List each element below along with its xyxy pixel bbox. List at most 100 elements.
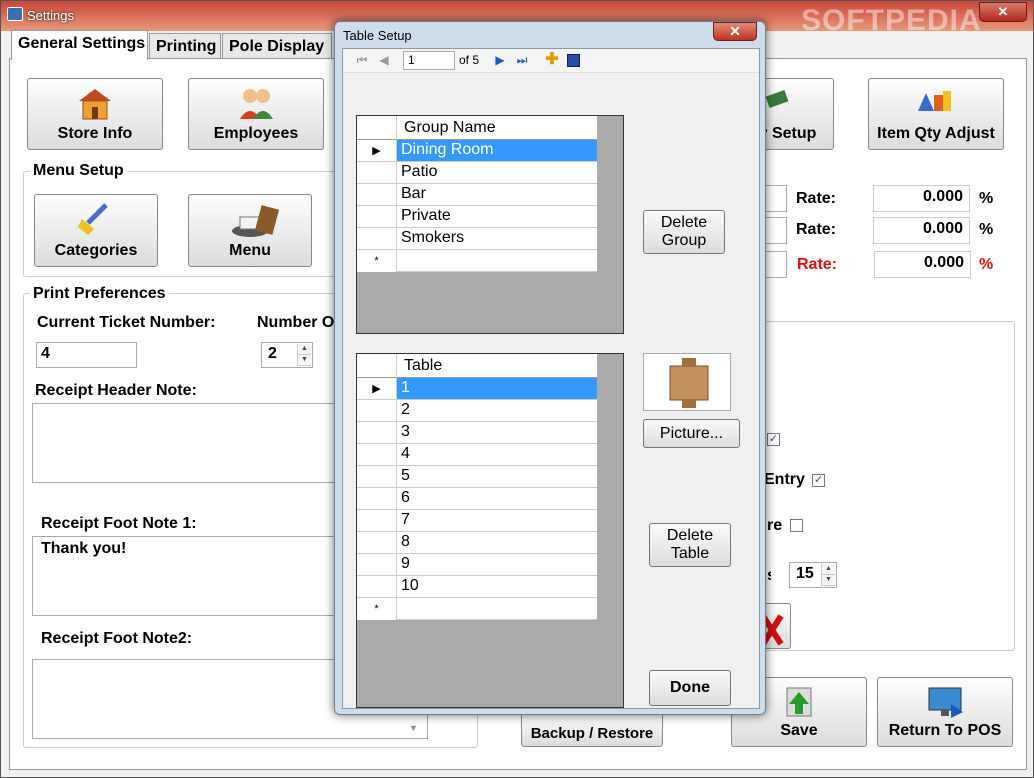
- table-row[interactable]: 6: [357, 488, 597, 510]
- table-row[interactable]: 3: [357, 422, 597, 444]
- re-checkbox[interactable]: [790, 519, 803, 532]
- delete-table-button[interactable]: Delete Table: [649, 523, 731, 567]
- new-row-cell[interactable]: [397, 250, 597, 272]
- number-of-label: Number O: [257, 314, 335, 331]
- people-icon: [236, 85, 276, 121]
- rate-field-3[interactable]: 0.000: [874, 251, 971, 278]
- watermark: SOFTPEDIA: [801, 4, 982, 37]
- group-cell[interactable]: Dining Room: [397, 140, 597, 162]
- row-header[interactable]: [357, 444, 397, 466]
- entry-checkbox[interactable]: ✓: [812, 474, 825, 487]
- row-header[interactable]: [357, 532, 397, 554]
- backup-restore-button[interactable]: Backup / Restore: [521, 713, 663, 747]
- row-header[interactable]: [357, 466, 397, 488]
- house-icon: [75, 85, 115, 121]
- minutes-down-icon[interactable]: ▼: [822, 575, 835, 586]
- new-row-cell[interactable]: [397, 598, 597, 620]
- table-cell[interactable]: 5: [397, 466, 597, 488]
- add-new-icon[interactable]: ✚: [545, 52, 559, 68]
- position-input[interactable]: 1: [403, 51, 455, 70]
- group-row[interactable]: ▶ Dining Room: [357, 140, 597, 162]
- return-to-pos-button[interactable]: Return To POS: [877, 677, 1013, 747]
- row-header[interactable]: [357, 554, 397, 576]
- group-cell[interactable]: Bar: [397, 184, 597, 206]
- menu-setup-title: Menu Setup: [30, 162, 127, 180]
- row-header[interactable]: [357, 422, 397, 444]
- table-cell[interactable]: 9: [397, 554, 597, 576]
- move-first-icon[interactable]: ⏮: [355, 53, 369, 67]
- rate-field-1[interactable]: 0.000: [873, 185, 970, 212]
- table-cell[interactable]: 1: [397, 378, 597, 400]
- group-row[interactable]: Patio: [357, 162, 597, 184]
- table-setup-dialog: Table Setup ✕ ⏮ ◀ 1 of 5 ▶ ⏭ ✚ Group Nam…: [334, 21, 766, 715]
- table-cell[interactable]: 6: [397, 488, 597, 510]
- table-row[interactable]: 5: [357, 466, 597, 488]
- current-ticket-input[interactable]: 4: [36, 342, 137, 368]
- done-button[interactable]: Done: [649, 670, 731, 706]
- row-header[interactable]: [357, 228, 397, 250]
- new-row[interactable]: *: [357, 250, 597, 272]
- table-row[interactable]: 9: [357, 554, 597, 576]
- foot-note1-textarea[interactable]: Thank you!: [32, 536, 342, 616]
- table-row[interactable]: 10: [357, 576, 597, 598]
- table-cell[interactable]: 10: [397, 576, 597, 598]
- stepper-up-icon[interactable]: ▲: [298, 344, 311, 355]
- stepper-down-icon[interactable]: ▼: [298, 355, 311, 366]
- number-of-stepper[interactable]: 2 ▲ ▼: [261, 342, 313, 368]
- minutes-stepper-arrows[interactable]: ▲ ▼: [821, 564, 835, 586]
- rate-field-2[interactable]: 0.000: [873, 217, 970, 244]
- table-row[interactable]: 7: [357, 510, 597, 532]
- move-previous-icon[interactable]: ◀: [377, 53, 391, 67]
- delete-group-button[interactable]: Delete Group: [643, 210, 725, 254]
- table-row[interactable]: 2: [357, 400, 597, 422]
- close-window-button[interactable]: ✕: [979, 2, 1027, 22]
- table-cell[interactable]: 8: [397, 532, 597, 554]
- row-header[interactable]: [357, 400, 397, 422]
- option-checkbox-1[interactable]: ✓: [767, 433, 780, 446]
- table-cell[interactable]: 4: [397, 444, 597, 466]
- row-header[interactable]: [357, 488, 397, 510]
- table-row[interactable]: ▶ 1: [357, 378, 597, 400]
- window-title: Settings: [27, 8, 74, 23]
- new-row-star-icon: *: [357, 598, 397, 620]
- table-row[interactable]: 8: [357, 532, 597, 554]
- table-cell[interactable]: 2: [397, 400, 597, 422]
- group-cell[interactable]: Patio: [397, 162, 597, 184]
- move-last-icon[interactable]: ⏭: [515, 53, 529, 67]
- tab-general-settings[interactable]: General Settings: [11, 30, 148, 60]
- picture-button[interactable]: Picture...: [643, 419, 740, 448]
- row-header[interactable]: [357, 576, 397, 598]
- row-header[interactable]: ▶: [357, 378, 397, 400]
- receipt-header-textarea[interactable]: [32, 403, 342, 483]
- tab-printing[interactable]: Printing: [149, 33, 221, 59]
- move-next-icon[interactable]: ▶: [493, 53, 507, 67]
- dialog-close-button[interactable]: ✕: [713, 22, 757, 41]
- table-cell[interactable]: 3: [397, 422, 597, 444]
- group-cell[interactable]: Private: [397, 206, 597, 228]
- categories-button[interactable]: Categories: [34, 194, 158, 267]
- group-grid-header: Group Name: [357, 116, 597, 140]
- group-row[interactable]: Smokers: [357, 228, 597, 250]
- group-cell[interactable]: Smokers: [397, 228, 597, 250]
- delete-group-line1: Delete: [660, 214, 708, 231]
- row-header[interactable]: ▶: [357, 140, 397, 162]
- new-row[interactable]: *: [357, 598, 597, 620]
- save-data-icon[interactable]: [567, 54, 580, 67]
- row-header[interactable]: [357, 162, 397, 184]
- minutes-stepper[interactable]: 15 ▲ ▼: [789, 562, 837, 588]
- row-header[interactable]: [357, 510, 397, 532]
- store-info-button[interactable]: Store Info: [27, 78, 163, 150]
- group-row[interactable]: Private: [357, 206, 597, 228]
- minutes-up-icon[interactable]: ▲: [822, 564, 835, 575]
- table-cell[interactable]: 7: [397, 510, 597, 532]
- employees-button[interactable]: Employees: [188, 78, 324, 150]
- row-header[interactable]: [357, 184, 397, 206]
- menu-button[interactable]: Menu: [188, 194, 312, 267]
- row-header[interactable]: [357, 206, 397, 228]
- group-row[interactable]: Bar: [357, 184, 597, 206]
- scroll-down-icon[interactable]: ▼: [409, 723, 418, 733]
- tab-pole-display[interactable]: Pole Display: [222, 33, 332, 59]
- item-qty-adjust-button[interactable]: Item Qty Adjust: [868, 78, 1004, 150]
- table-row[interactable]: 4: [357, 444, 597, 466]
- stepper-arrows[interactable]: ▲ ▼: [297, 344, 311, 366]
